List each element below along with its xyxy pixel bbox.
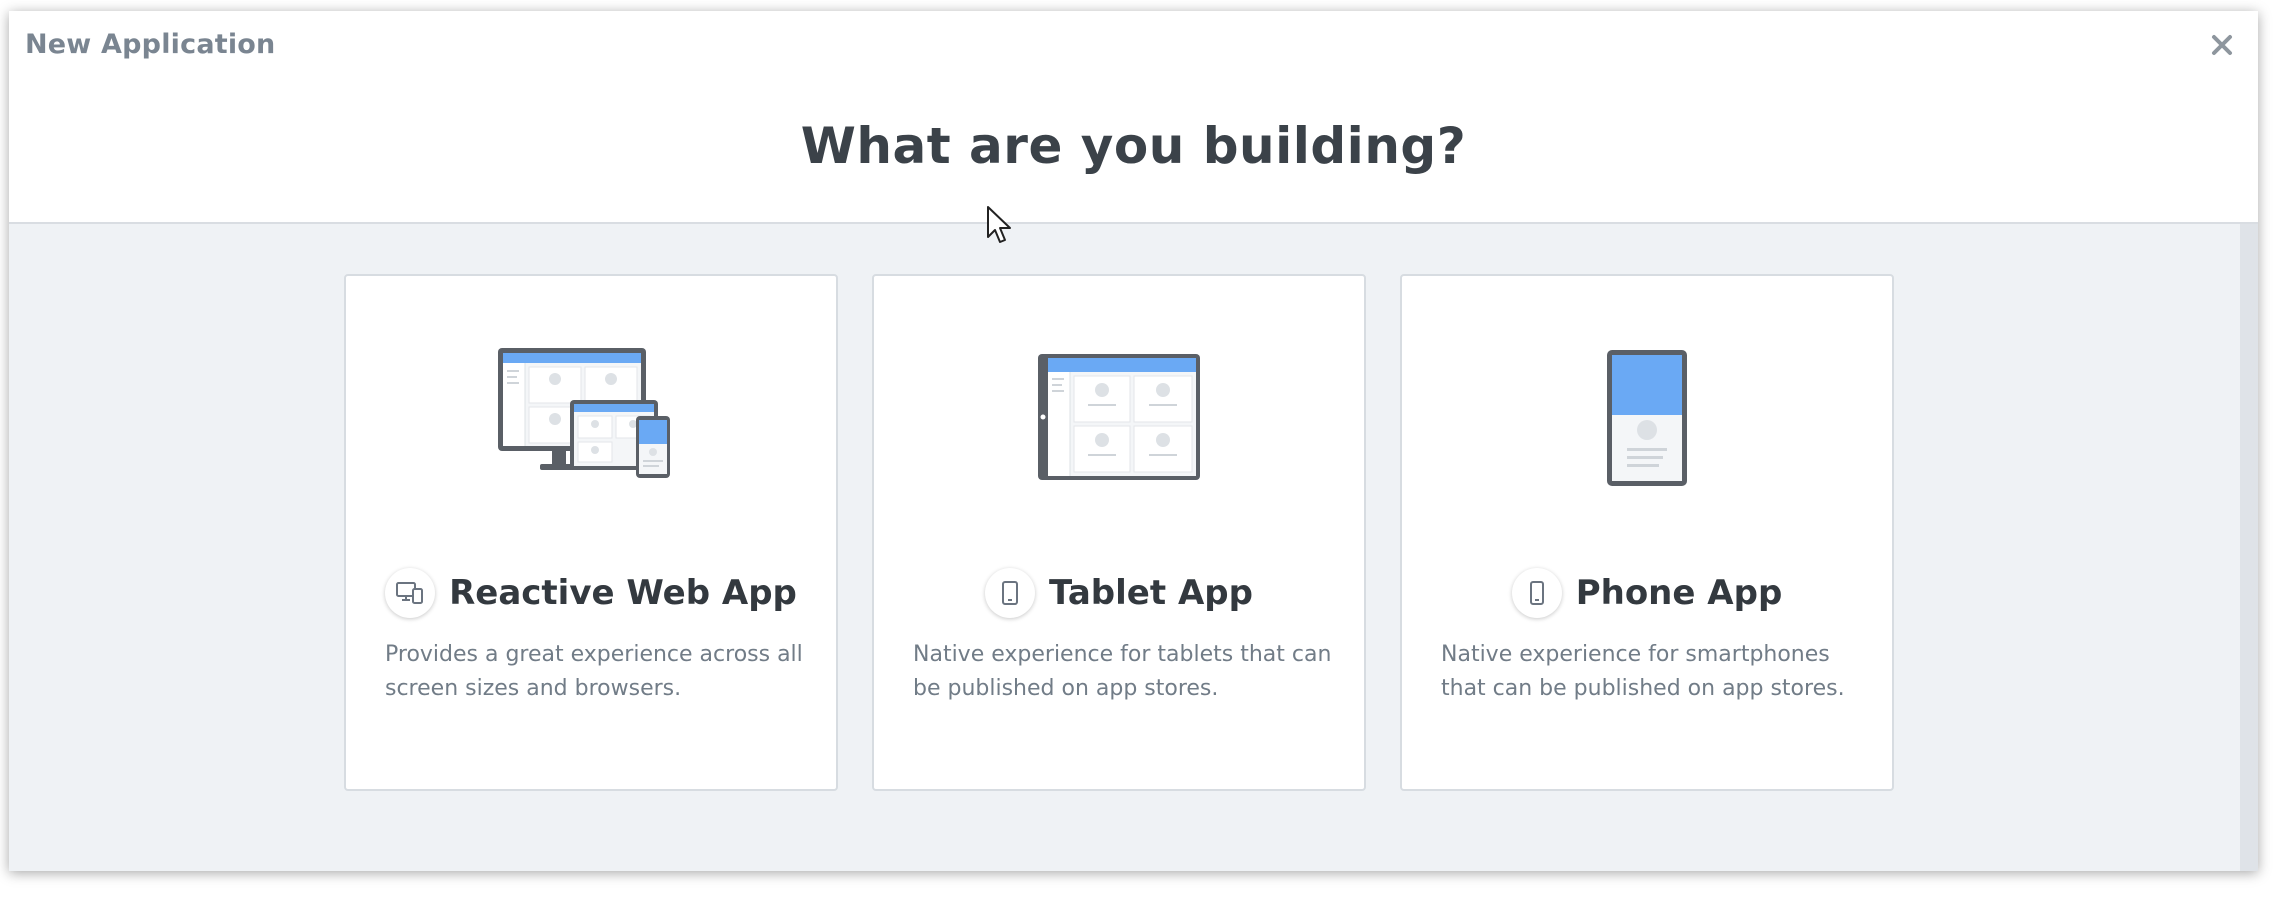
dialog-header: New Application What are you building?: [9, 11, 2258, 224]
mouse-cursor-icon: [987, 206, 1011, 243]
new-application-dialog: New Application What are you building? R…: [9, 11, 2258, 871]
card-description: Native experience for tablets that can b…: [913, 642, 1332, 701]
dialog-title: New Application: [25, 29, 276, 60]
card-description: Provides a great experience across all s…: [385, 642, 803, 701]
card-title: Phone App: [1575, 573, 1783, 613]
tablet-app-card[interactable]: Tablet App Native experience for tablets…: [872, 274, 1366, 791]
tablet-illustration: [874, 346, 1364, 496]
close-icon: [2212, 35, 2232, 55]
card-title-row: Phone App: [1402, 568, 1892, 618]
tablet-icon: [985, 568, 1036, 618]
phone-icon: [1511, 568, 1562, 618]
devices-icon: [385, 568, 436, 618]
page-title: What are you building?: [800, 117, 1467, 175]
phone-illustration: [1402, 346, 1892, 496]
multi-device-illustration: [346, 346, 836, 496]
close-button[interactable]: [2202, 25, 2242, 65]
reactive-web-app-card[interactable]: Reactive Web App Provides a great experi…: [344, 274, 838, 791]
card-description: Native experience for smartphones that c…: [1441, 642, 1845, 701]
card-title: Tablet App: [1049, 573, 1253, 613]
card-title-row: Tablet App: [874, 568, 1364, 618]
card-title: Reactive Web App: [449, 573, 797, 613]
card-title-row: Reactive Web App: [346, 568, 836, 618]
phone-app-card[interactable]: Phone App Native experience for smartpho…: [1400, 274, 1894, 791]
app-type-cards: Reactive Web App Provides a great experi…: [344, 274, 1894, 791]
scrollbar[interactable]: [2240, 224, 2258, 871]
